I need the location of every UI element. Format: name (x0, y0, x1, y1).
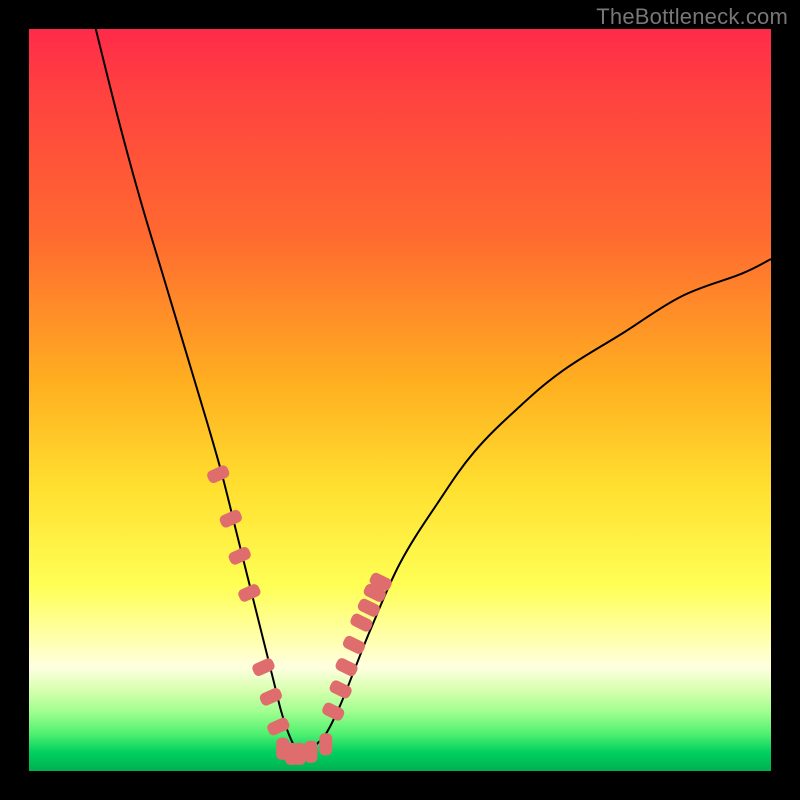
chart-svg (29, 29, 771, 771)
marker (319, 733, 332, 755)
bottleneck-curve (96, 29, 771, 752)
marker (293, 743, 306, 765)
marker (266, 716, 291, 737)
marker (334, 656, 359, 677)
marker (206, 464, 231, 485)
marker (341, 634, 366, 655)
watermark-text: TheBottleneck.com (596, 4, 788, 30)
marker (304, 741, 317, 763)
plot-area (29, 29, 771, 771)
chart-frame: TheBottleneck.com (0, 0, 800, 800)
